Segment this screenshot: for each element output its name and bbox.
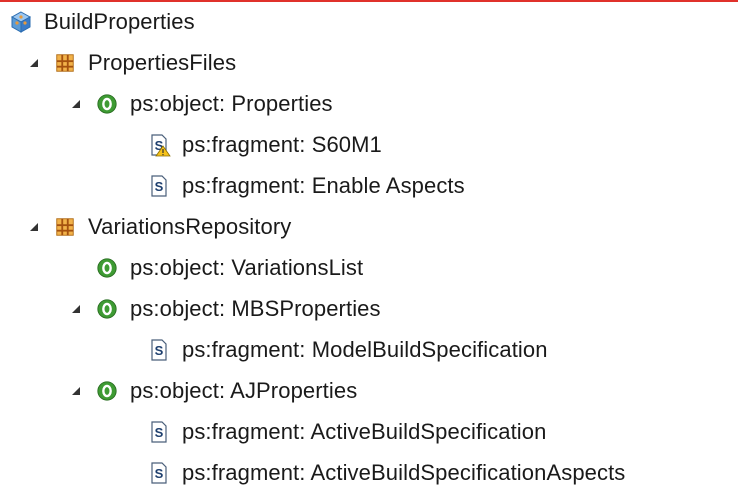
tree-node-label: ps:fragment: ActiveBuildSpecificationAsp… <box>182 460 626 485</box>
grid-folder-icon <box>52 50 78 76</box>
package-icon <box>8 9 34 35</box>
object-icon <box>94 91 120 117</box>
tree-node-object-mbs-properties[interactable]: ps:object: MBSProperties <box>68 289 381 329</box>
tree-node-object-properties[interactable]: ps:object: Properties <box>68 84 333 124</box>
tree-node-fragment-active-build-specification[interactable]: S ps:fragment: ActiveBuildSpecification <box>146 412 546 452</box>
tree-node-fragment-s60m1[interactable]: S ps:fragment: S60M1 <box>146 125 382 165</box>
expanded-arrow-icon[interactable] <box>26 55 42 71</box>
tree-node-label: ps:fragment: Enable Aspects <box>182 173 465 198</box>
svg-text:S: S <box>155 343 164 358</box>
tree-node-label: ps:fragment: S60M1 <box>182 132 382 157</box>
tree-node-object-variations-list[interactable]: ps:object: VariationsList <box>94 248 363 288</box>
tree-node-fragment-enable-aspects[interactable]: S ps:fragment: Enable Aspects <box>146 166 465 206</box>
tree-node-label: ps:object: Properties <box>130 91 333 116</box>
svg-text:S: S <box>155 179 164 194</box>
tree-node-label: ps:fragment: ModelBuildSpecification <box>182 337 548 362</box>
tree-node-build-properties[interactable]: BuildProperties <box>8 2 195 42</box>
grid-folder-icon <box>52 214 78 240</box>
tree-node-object-aj-properties[interactable]: ps:object: AJProperties <box>68 371 357 411</box>
tree-node-label: PropertiesFiles <box>88 50 237 75</box>
tree-node-fragment-active-build-specification-aspects[interactable]: S ps:fragment: ActiveBuildSpecificationA… <box>146 453 625 488</box>
tree-node-label: ps:object: MBSProperties <box>130 296 381 321</box>
tree-node-fragment-model-build-specification[interactable]: S ps:fragment: ModelBuildSpecification <box>146 330 548 370</box>
fragment-icon: S <box>146 460 172 486</box>
tree-node-variations-repository[interactable]: VariationsRepository <box>26 207 291 247</box>
fragment-icon: S <box>146 173 172 199</box>
fragment-icon: S <box>146 337 172 363</box>
expanded-arrow-icon[interactable] <box>68 96 84 112</box>
tree-node-label: ps:fragment: ActiveBuildSpecification <box>182 419 547 444</box>
expanded-arrow-icon[interactable] <box>26 219 42 235</box>
fragment-icon: S <box>146 419 172 445</box>
tree-node-properties-files[interactable]: PropertiesFiles <box>26 43 236 83</box>
object-icon <box>94 296 120 322</box>
object-icon <box>94 255 120 281</box>
tree-node-label: ps:object: AJProperties <box>130 378 358 403</box>
expanded-arrow-icon[interactable] <box>68 301 84 317</box>
object-icon <box>94 378 120 404</box>
svg-text:S: S <box>155 466 164 481</box>
tree-node-label: ps:object: VariationsList <box>130 255 364 280</box>
fragment-warning-icon: S <box>146 132 172 158</box>
tree-node-label: BuildProperties <box>44 9 195 34</box>
expanded-arrow-icon[interactable] <box>68 383 84 399</box>
tree-node-label: VariationsRepository <box>88 214 292 239</box>
svg-text:S: S <box>155 425 164 440</box>
